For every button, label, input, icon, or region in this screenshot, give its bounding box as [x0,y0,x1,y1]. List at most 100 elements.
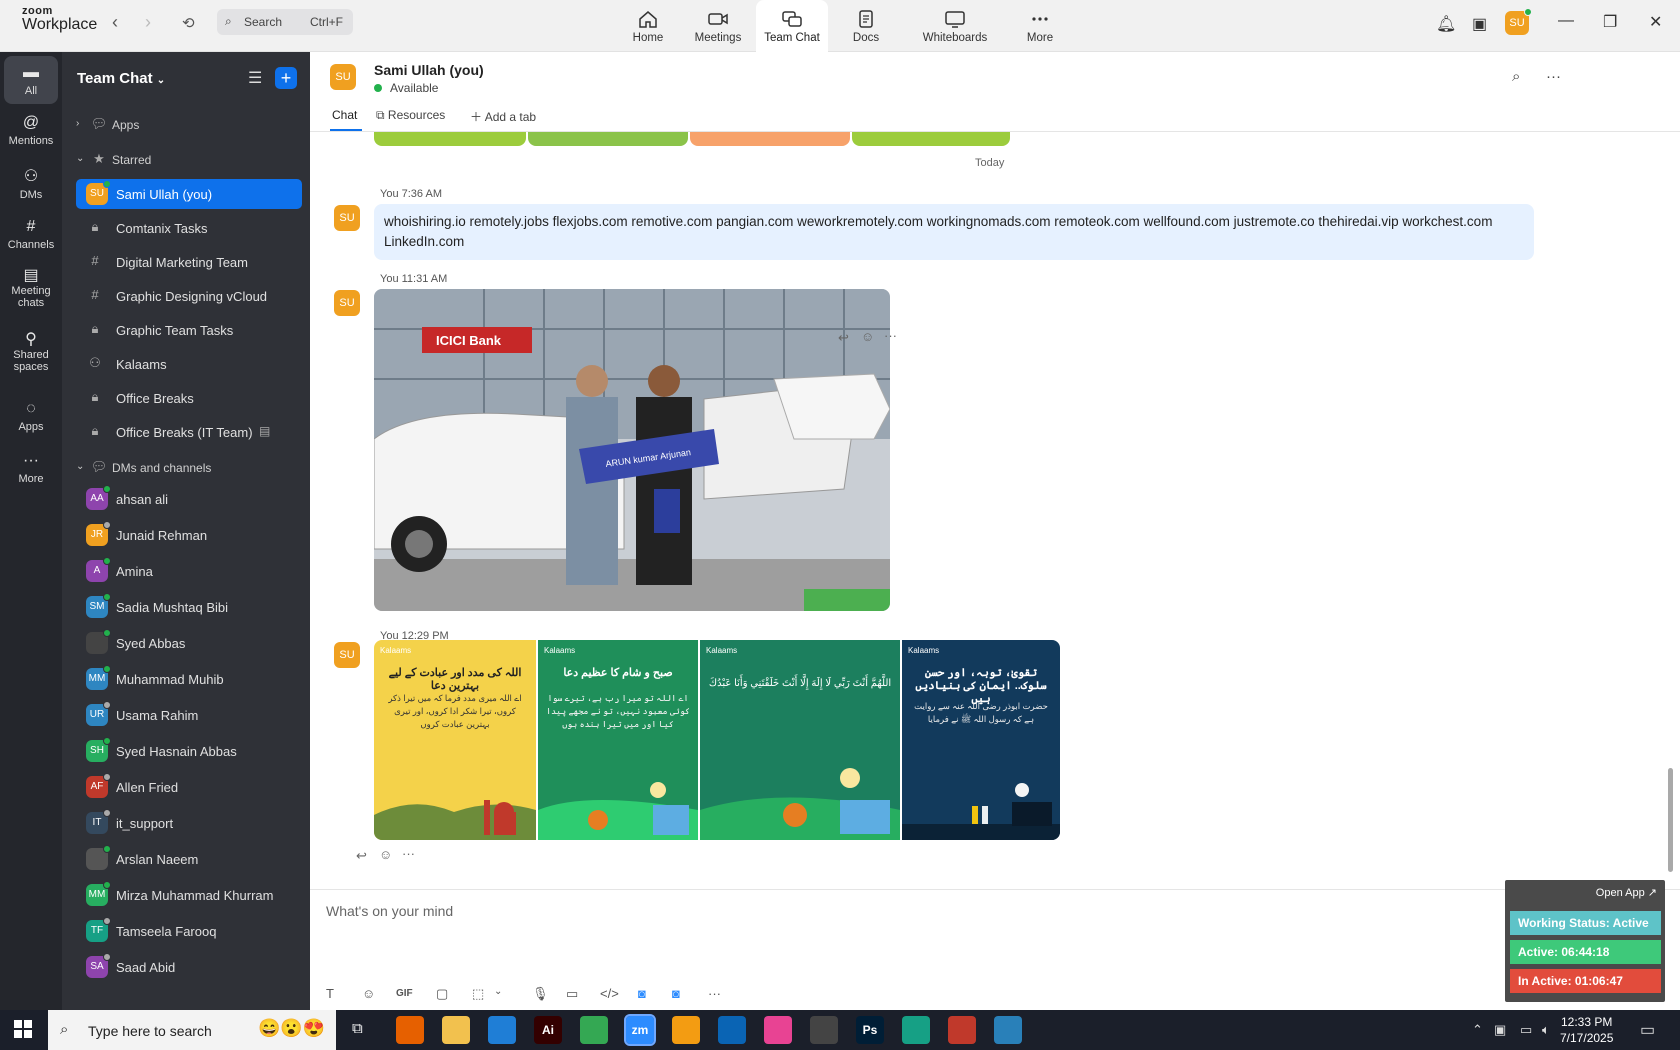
taskbar-app-app9-icon[interactable] [764,1016,792,1044]
poster-image[interactable]: Kalaams تقویٰ، توبہ، اور حسن سلوک.. ایما… [902,640,1060,840]
prev-image[interactable] [690,132,850,146]
taskbar-app-zoom-icon[interactable]: zm [624,1014,656,1046]
sidebar-item-office-breaks[interactable]: 🔒︎ Office Breaks [76,383,302,413]
channel-name[interactable]: Sami Ullah (you) [374,62,484,78]
file-icon[interactable]: ▢ [436,986,448,1002]
sidebar-item-digital-marketing[interactable]: # Digital Marketing Team [76,247,302,277]
rail-meeting-chats[interactable]: ▤ Meeting chats [4,268,58,310]
section-apps[interactable]: › 💬︎ Apps [76,110,302,140]
tab-whiteboards[interactable]: Whiteboards [914,0,996,52]
emoji-icon[interactable]: ☺ [362,986,375,1001]
mic-icon[interactable]: 🎙︎ [532,986,549,1002]
sidebar-item-graphic-designing[interactable]: # Graphic Designing vCloud [76,281,302,311]
message-composer[interactable]: What's on your mind T ☺ GIF ▢ ⬚ ⌄ 🎙︎ ▭ <… [310,889,1680,1010]
new-chat-button[interactable]: + [275,67,297,89]
forward-arrow-icon[interactable]: › [145,12,151,33]
history-icon[interactable]: ⟲ [182,14,195,32]
message-photo[interactable]: ICICI Bank ARUN kumar Arjunan [374,289,890,611]
code-icon[interactable]: </> [600,986,619,1001]
taskbar-app-chrome-icon[interactable] [580,1016,608,1044]
taskbar-app-files-icon[interactable] [442,1016,470,1044]
message-more-icon[interactable]: ··· [402,846,415,861]
sidebar-item-comtanix[interactable]: 🔒︎ Comtanix Tasks [76,213,302,243]
scrollbar-thumb[interactable] [1668,768,1673,872]
section-dms[interactable]: ⌄ 💬︎ DMs and channels [76,453,302,483]
chevron-down-icon[interactable]: ⌄ [494,986,502,997]
tab-resources[interactable]: ⧉ Resources [376,108,445,123]
sidebar-item-dm[interactable]: IT it_support [76,808,302,838]
poster-image[interactable]: Kalaams صبح و شام کا عظیم دعا اے اللہ تو… [538,640,698,840]
avatar[interactable]: SU [334,642,360,668]
taskbar-app-app12-icon[interactable] [902,1016,930,1044]
tab-docs[interactable]: Docs [838,0,894,52]
more-icon[interactable]: ··· [1546,68,1561,85]
message-more-icon[interactable]: ··· [884,328,897,343]
tab-chat[interactable]: Chat [332,108,357,122]
task-view-icon[interactable]: ⧉ [352,1020,363,1037]
sidebar-item-sami-ullah[interactable]: SU Sami Ullah (you) [76,179,302,209]
sidebar-item-dm[interactable]: JR Junaid Rehman [76,520,302,550]
open-app-link[interactable]: Open App ↗ [1596,886,1657,899]
taskbar-clock[interactable]: 12:33 PM 7/17/2025 [1560,1014,1613,1046]
sidebar-item-dm[interactable]: Syed Abbas [76,628,302,658]
taskbar-app-vscode-icon[interactable] [488,1016,516,1044]
sidebar-item-dm[interactable]: Arslan Naeem [76,844,302,874]
back-arrow-icon[interactable]: ‹ [112,12,118,33]
sidebar-title[interactable]: Team Chat ⌄ [77,70,165,87]
notification-icon[interactable]: ▭ [1640,1020,1655,1040]
rail-shared-spaces[interactable]: ⚲ Shared spaces [4,332,58,374]
gif-button[interactable]: GIF [396,988,413,999]
windows-start-icon[interactable] [14,1020,32,1038]
taskbar-app-app10-icon[interactable] [810,1016,838,1044]
search-input[interactable]: ⌕ Search Ctrl+F [217,9,353,35]
tab-team-chat[interactable]: Team Chat [756,0,828,52]
emoji-react-icon[interactable]: ☺ [861,329,874,344]
avatar[interactable]: SU [334,205,360,231]
taskbar-app-app7-icon[interactable] [672,1016,700,1044]
rail-more[interactable]: ··· More [4,452,58,485]
rail-channels[interactable]: # Channels [4,218,58,251]
more-icon[interactable]: ··· [708,986,721,1001]
screenshot-icon[interactable]: ⬚ [472,986,484,1002]
volume-icon[interactable]: 🔈︎ [1542,1022,1550,1038]
sidebar-item-dm[interactable]: SA Saad Abid [76,952,302,982]
section-starred[interactable]: ⌄ ★ Starred [76,145,302,175]
network-icon[interactable]: ▭ [1520,1022,1532,1038]
rail-mentions[interactable]: @ Mentions [4,114,58,147]
rail-dms[interactable]: ⚇ DMs [4,166,58,201]
filter-icon[interactable]: ☰ [248,68,262,88]
tab-home[interactable]: Home [620,0,676,52]
taskbar-app-outlook-icon[interactable] [718,1016,746,1044]
app-icon[interactable]: ◙ [638,986,646,1001]
user-avatar[interactable]: SU [1505,8,1532,35]
reply-icon[interactable]: ↩ [356,848,367,864]
tray-icon[interactable]: ▣ [1494,1022,1506,1038]
poster-image[interactable]: Kalaams اللہ کی مدد اور عبادت کے لیے بہت… [374,640,536,840]
prev-image[interactable] [528,132,688,146]
text-format-icon[interactable]: T [326,986,334,1001]
poster-image[interactable]: Kalaams اللَّهُمَّ أَنْتَ رَبِّي لَا إِل… [700,640,900,840]
bell-icon[interactable]: 🔔︎ [1436,14,1456,34]
sidebar-item-dm[interactable]: MM Muhammad Muhib [76,664,302,694]
taskbar-app-illustrator-icon[interactable]: Ai [534,1016,562,1044]
avatar[interactable]: SU [334,290,360,316]
sidebar-item-dm[interactable]: A Amina [76,556,302,586]
taskbar-app-firefox-icon[interactable] [396,1016,424,1044]
maximize-icon[interactable]: ❐ [1603,12,1617,32]
taskbar-search[interactable]: ⌕ Type here to search 😄😮😍 [48,1010,336,1050]
message-bubble[interactable]: whoishiring.io remotely.jobs flexjobs.co… [374,204,1534,260]
chat-app-icon[interactable]: ◙ [672,986,680,1001]
rail-apps[interactable]: ◌ Apps [4,400,58,433]
emoji-react-icon[interactable]: ☺ [379,847,392,862]
sidebar-item-dm[interactable]: UR Usama Rahim [76,700,302,730]
sidebar-item-office-breaks-it[interactable]: 🔒︎ Office Breaks (IT Team) ▤ [76,417,302,447]
sidebar-item-dm[interactable]: AF Allen Fried [76,772,302,802]
tab-meetings[interactable]: Meetings [690,0,746,52]
search-icon[interactable]: ⌕ [1512,68,1520,85]
prev-image[interactable] [852,132,1010,146]
taskbar-app-app14-icon[interactable] [994,1016,1022,1044]
sidebar-item-kalaams[interactable]: ⚇ Kalaams [76,349,302,379]
prev-image[interactable] [374,132,526,146]
tab-more[interactable]: More [1012,0,1068,52]
tab-add[interactable]: ＋ Add a tab [470,108,536,125]
